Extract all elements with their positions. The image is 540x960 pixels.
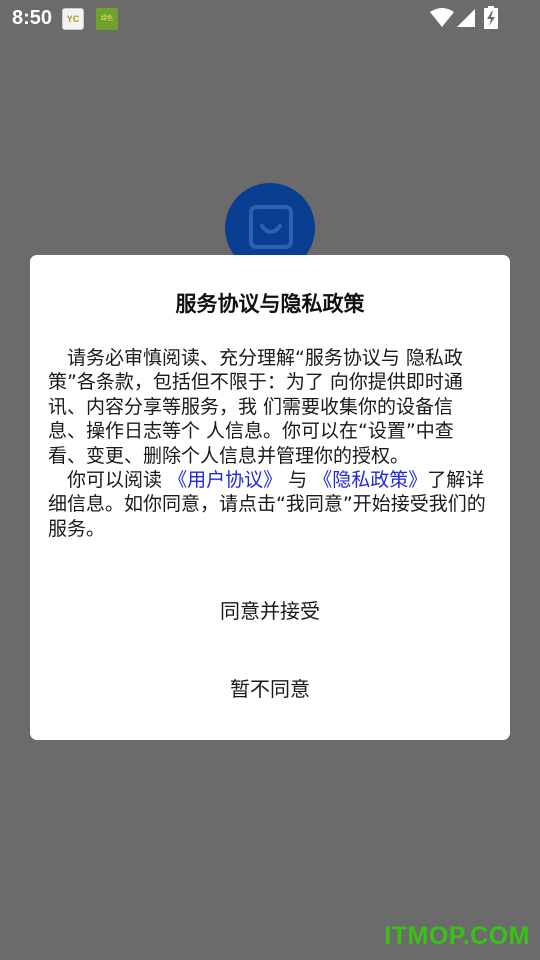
paragraph2-prefix: 你可以阅读 xyxy=(67,469,163,492)
status-bar: 8:50 YC 绿色 xyxy=(0,0,540,38)
decline-button[interactable]: 暂不同意 xyxy=(30,666,510,712)
paragraph2-middle: 与 xyxy=(288,469,308,492)
status-time: 8:50 xyxy=(12,7,53,29)
smile-bubble-icon xyxy=(249,205,293,249)
battery-charging-icon xyxy=(484,6,498,29)
green-app-icon: 绿色 xyxy=(96,8,118,30)
site-watermark: ITMOP.COM xyxy=(384,922,530,950)
user-agreement-link[interactable]: 《用户协议》 xyxy=(168,469,282,491)
privacy-policy-link[interactable]: 《隐私政策》 xyxy=(313,469,427,491)
agree-button[interactable]: 同意并接受 xyxy=(30,588,510,634)
yc-app-icon: YC xyxy=(62,8,84,30)
dialog-paragraph-2: 你可以阅读 《用户协议》 与 《隐私政策》了解详细信息。如你同意，请点击“我同意… xyxy=(48,468,488,541)
dialog-paragraph-1: 请务必审慎阅读、充分理解“服务协议与 隐私政策”各条款，包括但不限于：为了 向你… xyxy=(48,347,463,467)
dialog-title: 服务协议与隐私政策 xyxy=(175,292,365,316)
wifi-icon xyxy=(430,8,454,27)
privacy-dialog: 服务协议与隐私政策 请务必审慎阅读、充分理解“服务协议与 隐私政策”各条款，包括… xyxy=(30,255,510,740)
signal-icon xyxy=(457,9,475,27)
dialog-body: 请务必审慎阅读、充分理解“服务协议与 隐私政策”各条款，包括但不限于：为了 向你… xyxy=(48,346,488,541)
